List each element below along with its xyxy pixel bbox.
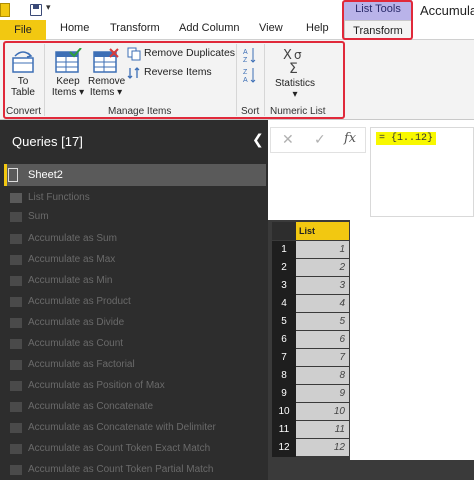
function-query-icon (10, 423, 22, 433)
table-cell[interactable]: 6 (296, 331, 349, 348)
tab-add-column[interactable]: Add Column (179, 22, 240, 34)
query-item[interactable]: Accumulate as Position of Max (28, 380, 165, 391)
row-number[interactable]: 10 (272, 403, 296, 421)
save-icon[interactable] (30, 4, 42, 16)
query-item[interactable]: Accumulate as Max (28, 254, 115, 265)
query-item[interactable]: Accumulate as Divide (28, 317, 124, 328)
query-item[interactable]: Accumulate as Count Token Partial Match (28, 464, 213, 475)
row-number[interactable]: 9 (272, 385, 296, 403)
function-query-icon (10, 255, 22, 265)
row-number[interactable]: 8 (272, 367, 296, 385)
table-cell[interactable]: 5 (296, 313, 349, 330)
context-tab-highlight (342, 0, 413, 40)
query-item[interactable]: Accumulate as Min (28, 275, 112, 286)
grid-canvas (350, 220, 474, 460)
table-cell[interactable]: 4 (296, 295, 349, 312)
fx-icon[interactable]: fx (344, 131, 356, 146)
grid-corner[interactable] (272, 222, 296, 240)
function-query-icon (10, 339, 22, 349)
function-query-icon (10, 402, 22, 412)
quick-access-dropdown-icon[interactable]: ▾ (46, 2, 51, 13)
collapse-pane-icon[interactable]: ❮ (252, 131, 264, 148)
query-item[interactable]: List Functions (28, 192, 90, 203)
ribbon-highlight (3, 41, 345, 119)
query-item[interactable]: Accumulate as Sum (28, 233, 117, 244)
table-cell[interactable]: 9 (296, 385, 349, 402)
table-cell[interactable]: 1 (296, 241, 349, 258)
table-cell[interactable]: 3 (296, 277, 349, 294)
function-query-icon (10, 318, 22, 328)
query-item[interactable]: Accumulate as Factorial (28, 359, 135, 370)
row-number[interactable]: 2 (272, 259, 296, 277)
function-query-icon (10, 234, 22, 244)
tab-help[interactable]: Help (306, 22, 329, 34)
query-item[interactable]: Accumulate as Count (28, 338, 123, 349)
table-cell[interactable]: 7 (296, 349, 349, 366)
row-number[interactable]: 7 (272, 349, 296, 367)
function-query-icon (10, 444, 22, 454)
table-cell[interactable]: 10 (296, 403, 349, 420)
query-item[interactable]: Accumulate as Concatenate with Delimiter (28, 422, 216, 433)
query-item[interactable]: Accumulate as Product (28, 296, 131, 307)
row-number[interactable]: 6 (272, 331, 296, 349)
function-query-icon (10, 381, 22, 391)
row-number[interactable]: 12 (272, 439, 296, 457)
tab-view[interactable]: View (259, 22, 283, 34)
row-number[interactable]: 4 (272, 295, 296, 313)
tab-home[interactable]: Home (60, 22, 89, 34)
query-item-sheet2[interactable]: Sheet2 (28, 169, 63, 181)
row-number[interactable]: 1 (272, 241, 296, 259)
power-bi-logo-icon (0, 3, 10, 17)
column-header-list[interactable]: List (296, 222, 349, 240)
function-query-icon (10, 212, 22, 222)
table-query-icon (10, 193, 22, 203)
queries-title: Queries [17] (12, 134, 83, 149)
table-cell[interactable]: 11 (296, 421, 349, 438)
query-item[interactable]: Accumulate as Concatenate (28, 401, 153, 412)
query-item[interactable]: Accumulate as Count Token Exact Match (28, 443, 210, 454)
table-cell[interactable]: 8 (296, 367, 349, 384)
document-title: Accumulat (420, 3, 474, 18)
formula-text: = {1..12} (376, 132, 437, 145)
row-number[interactable]: 5 (272, 313, 296, 331)
tab-transform[interactable]: Transform (110, 22, 160, 34)
table-cell[interactable]: 12 (296, 439, 349, 456)
list-query-icon (8, 168, 18, 182)
function-query-icon (10, 276, 22, 286)
row-number[interactable]: 11 (272, 421, 296, 439)
row-number[interactable]: 3 (272, 277, 296, 295)
cancel-formula-icon[interactable]: ✕ (282, 131, 294, 148)
query-item[interactable]: Sum (28, 211, 49, 222)
function-query-icon (10, 297, 22, 307)
tab-file[interactable]: File (0, 20, 46, 40)
table-cell[interactable]: 2 (296, 259, 349, 276)
commit-formula-icon[interactable]: ✓ (314, 131, 326, 148)
function-query-icon (10, 465, 22, 475)
function-query-icon (10, 360, 22, 370)
